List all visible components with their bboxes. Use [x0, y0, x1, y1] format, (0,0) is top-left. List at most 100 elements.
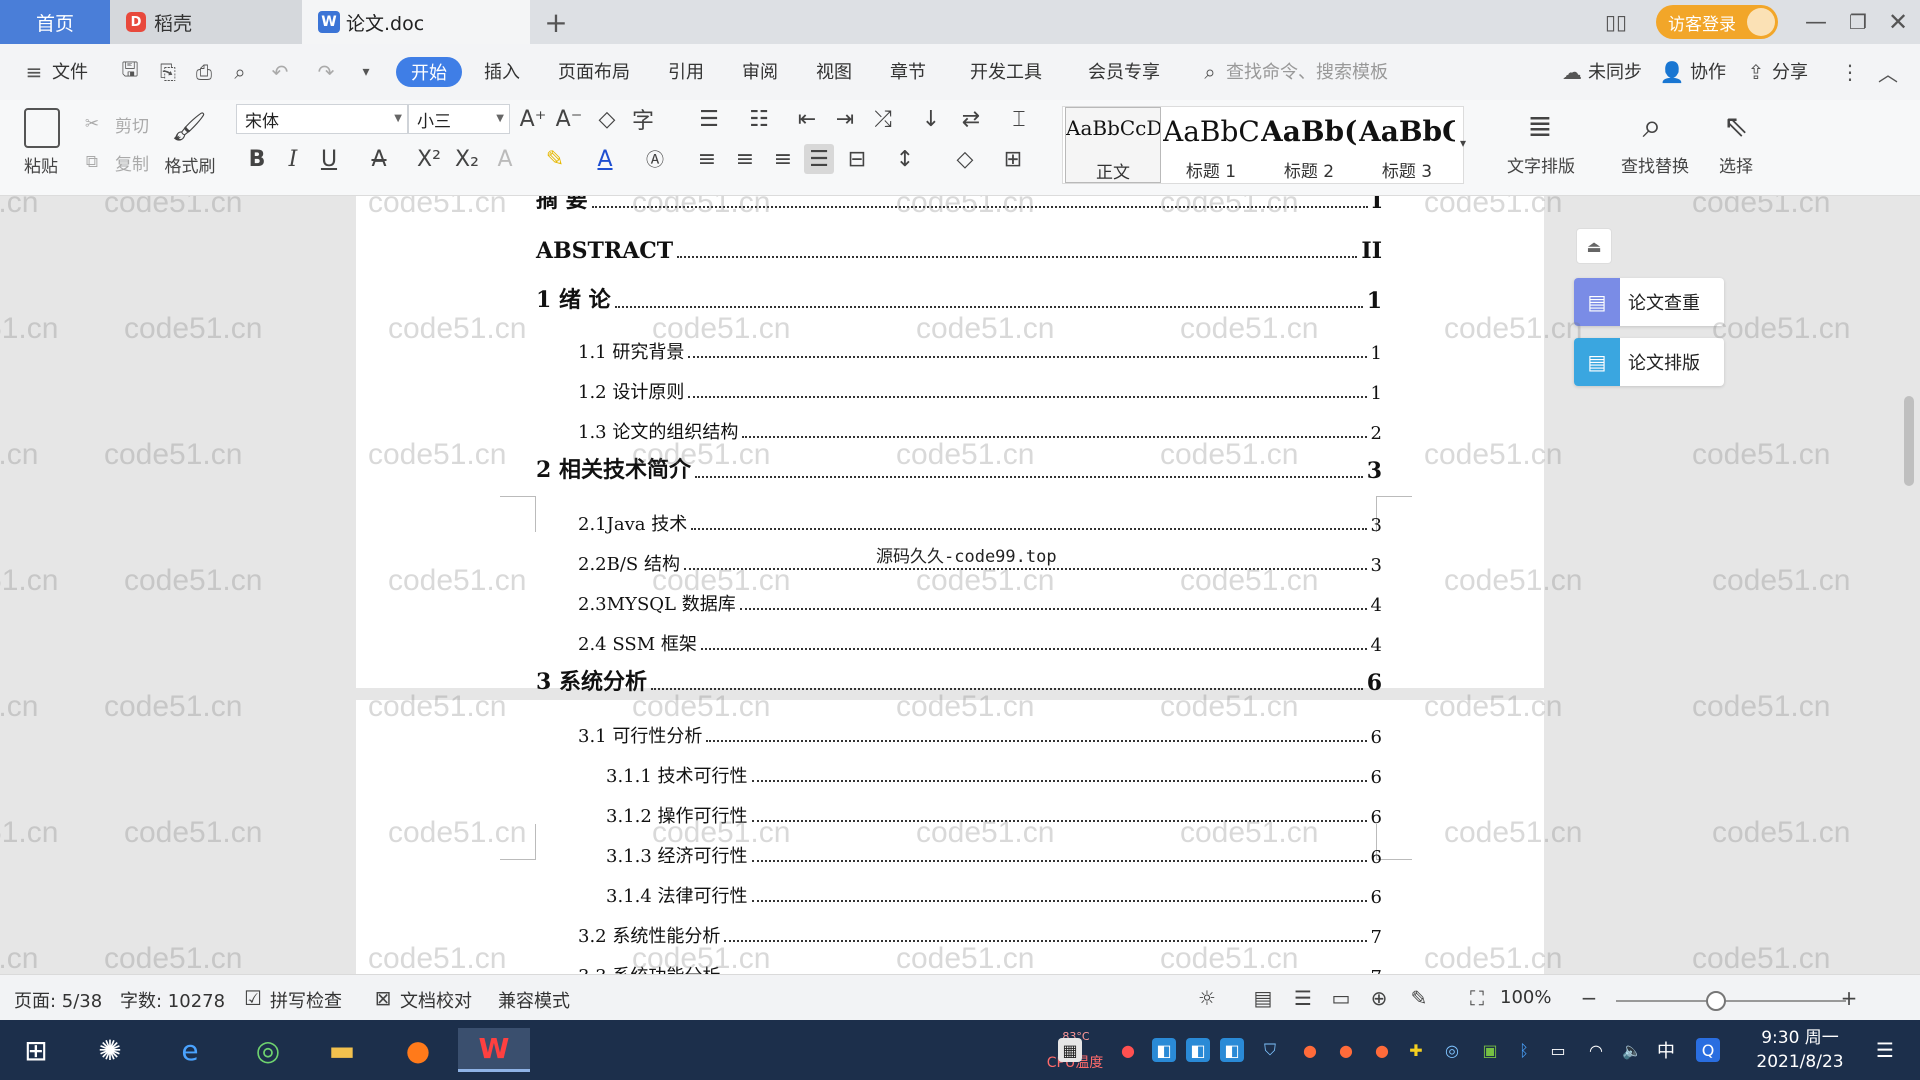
tray-app-icon[interactable]: ✚: [1404, 1038, 1428, 1062]
battery-icon[interactable]: ▭: [1546, 1038, 1570, 1062]
login-button[interactable]: 访客登录: [1656, 5, 1778, 39]
quick-access-dropdown-icon[interactable]: ▾: [354, 60, 378, 84]
font-size-select[interactable]: 小三 ▼: [408, 104, 510, 134]
wps-taskbar-icon[interactable]: W: [458, 1028, 530, 1072]
menu-page-layout[interactable]: 页面布局: [558, 58, 630, 84]
copy-button[interactable]: 复制: [110, 150, 154, 175]
font-name-select[interactable]: 宋体 ▼: [236, 104, 408, 134]
italic-icon[interactable]: I: [278, 144, 308, 174]
bullet-list-icon[interactable]: ☰: [694, 104, 724, 134]
read-view-icon[interactable]: ▭: [1328, 985, 1354, 1011]
document-workspace[interactable]: 摘 要 I ABSTRACT II 1 绪 论 1 1.1 研究背景 1 1.2 设计原则 1 1.…: [0, 196, 1920, 974]
tab-home[interactable]: 首页: [0, 0, 110, 44]
style-normal[interactable]: AaBbCcDc 正文: [1065, 107, 1161, 183]
toc-entry[interactable]: 2.1Java 技术 3: [578, 496, 1382, 536]
hamburger-icon[interactable]: ≡: [22, 60, 46, 84]
zoom-in-icon[interactable]: +: [1836, 985, 1862, 1011]
toc-entry[interactable]: 3.2 系统性能分析 7: [578, 908, 1382, 948]
paper-layout-button[interactable]: ▤ 论文排版: [1574, 338, 1724, 386]
ie-browser-icon[interactable]: e: [160, 1028, 220, 1072]
text-direction-icon[interactable]: ⤮: [868, 104, 898, 134]
tray-app-icon[interactable]: Q: [1696, 1038, 1720, 1062]
format-painter-button[interactable]: 格式刷: [160, 152, 220, 177]
align-right-icon[interactable]: ≡: [768, 144, 798, 174]
style-heading-2[interactable]: AaBb(标题 2: [1261, 107, 1357, 183]
text-layout-button[interactable]: 文字排版: [1494, 152, 1588, 177]
font-color-icon[interactable]: A: [590, 144, 620, 174]
fit-window-icon[interactable]: ⛶: [1464, 985, 1490, 1011]
vertical-scrollbar[interactable]: [1904, 396, 1914, 486]
toc-entry[interactable]: 3.1.4 法律可行性 6: [606, 868, 1382, 908]
toc-entry[interactable]: 1.1 研究背景 1: [578, 324, 1382, 364]
close-icon[interactable]: ✕: [1878, 0, 1918, 44]
toc-entry[interactable]: 1.2 设计原则 1: [578, 364, 1382, 404]
sort-icon[interactable]: ↓: [916, 104, 946, 134]
add-tab-button[interactable]: +: [538, 6, 574, 39]
spell-check-button[interactable]: 拼写检查: [270, 987, 342, 1013]
export-pdf-icon[interactable]: ⎘: [156, 60, 180, 84]
char-border-icon[interactable]: Ⓐ: [640, 144, 670, 174]
menu-references[interactable]: 引用: [668, 58, 704, 84]
web-view-icon[interactable]: ⊕: [1366, 985, 1392, 1011]
zoom-level-select[interactable]: 100%: [1500, 987, 1551, 1008]
superscript-icon[interactable]: X²: [414, 144, 444, 174]
collab-button[interactable]: 协作: [1690, 58, 1726, 84]
side-panel-collapse-icon[interactable]: ⏏: [1576, 228, 1612, 264]
tray-app-icon[interactable]: ◧: [1152, 1038, 1176, 1062]
bold-icon[interactable]: B: [242, 144, 272, 174]
style-heading-3[interactable]: AaBbC 标题 3: [1359, 107, 1455, 183]
line-wrap-icon[interactable]: ⇄: [956, 104, 986, 134]
system-clock[interactable]: 9:30 周一 2021/8/23: [1740, 1026, 1860, 1074]
align-center-icon[interactable]: ≡: [730, 144, 760, 174]
bluetooth-icon[interactable]: ᛒ: [1512, 1038, 1536, 1062]
restore-icon[interactable]: ❐: [1838, 0, 1878, 44]
browser-360-icon[interactable]: ◎: [238, 1028, 298, 1072]
toc-entry[interactable]: 3.1.2 操作可行性 6: [606, 788, 1382, 828]
command-search-input[interactable]: 查找命令、搜索模板: [1226, 58, 1388, 84]
collapse-ribbon-icon[interactable]: ︿: [1876, 60, 1900, 86]
paste-icon[interactable]: [24, 108, 60, 148]
print-preview-icon[interactable]: ⌕: [228, 60, 252, 84]
text-effect-icon[interactable]: A: [490, 144, 520, 174]
tray-app-icon[interactable]: ●: [1298, 1038, 1322, 1062]
menu-review[interactable]: 审阅: [742, 58, 778, 84]
wifi-icon[interactable]: ◠: [1584, 1038, 1608, 1062]
write-mode-icon[interactable]: ✎: [1406, 985, 1432, 1011]
menu-file[interactable]: 文件: [52, 58, 88, 84]
toc-entry[interactable]: 3 系统分析 6: [536, 656, 1382, 696]
toc-entry[interactable]: 摘 要I: [536, 196, 1382, 214]
tray-app-icon[interactable]: ●: [1334, 1038, 1358, 1062]
outline-view-icon[interactable]: ☰: [1290, 985, 1316, 1011]
toc-entry[interactable]: 1 绪 论 1: [536, 274, 1382, 314]
eye-protect-icon[interactable]: ☼: [1194, 985, 1220, 1011]
increase-font-icon[interactable]: A⁺: [518, 104, 548, 134]
paper-check-button[interactable]: ▤ 论文查重: [1574, 278, 1724, 326]
more-icon[interactable]: ⋮: [1838, 60, 1862, 84]
shading-icon[interactable]: ◇: [950, 144, 980, 174]
toc-entry[interactable]: 3.1.3 经济可行性 6: [606, 828, 1382, 868]
tray-app-icon[interactable]: ●: [1370, 1038, 1394, 1062]
nvidia-icon[interactable]: ▣: [1478, 1038, 1502, 1062]
proofread-button[interactable]: 文档校对: [400, 987, 472, 1013]
undo-icon[interactable]: ↶: [268, 60, 292, 84]
decrease-indent-icon[interactable]: ⇤: [792, 104, 822, 134]
line-spacing-icon[interactable]: ↕: [890, 144, 920, 174]
volume-icon[interactable]: 🔈: [1620, 1038, 1644, 1062]
border-icon[interactable]: ⊞: [998, 144, 1028, 174]
share-button[interactable]: 分享: [1772, 58, 1808, 84]
toc-entry[interactable]: 3.1.1 技术可行性 6: [606, 748, 1382, 788]
clear-format-icon[interactable]: ◇: [592, 104, 622, 134]
menu-view[interactable]: 视图: [816, 58, 852, 84]
cut-button[interactable]: 剪切: [110, 112, 154, 137]
app-avatar-icon[interactable]: ●: [388, 1028, 448, 1072]
window-layout-icon[interactable]: ▯▯: [1596, 0, 1636, 44]
tray-app-icon[interactable]: ◧: [1220, 1038, 1244, 1062]
menu-insert[interactable]: 插入: [484, 58, 520, 84]
select-button[interactable]: 选择: [1708, 152, 1764, 177]
justify-icon[interactable]: ☰: [804, 144, 834, 174]
toc-entry[interactable]: 2.3MYSQL 数据库 4: [578, 576, 1382, 616]
sync-status-button[interactable]: 未同步: [1588, 58, 1642, 84]
cpu-monitor-icon[interactable]: ▦: [1058, 1038, 1082, 1062]
menu-chapter[interactable]: 章节: [890, 58, 926, 84]
toc-entry[interactable]: 3.3 系统功能分析 7: [578, 948, 1382, 974]
